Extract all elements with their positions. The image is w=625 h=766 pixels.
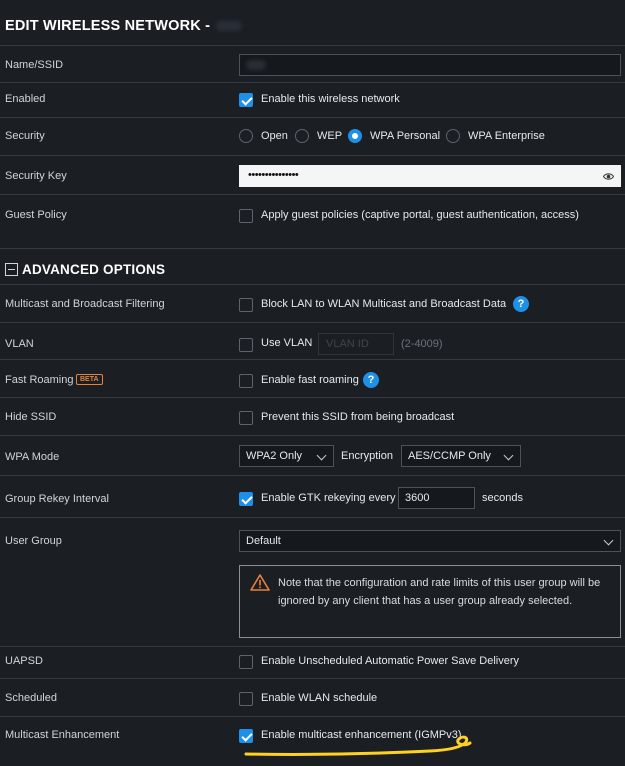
divider — [0, 117, 625, 118]
fast-roaming-checkbox[interactable] — [239, 374, 253, 388]
chevron-down-icon — [603, 535, 614, 546]
guest-policy-checkbox[interactable] — [239, 209, 253, 223]
warning-icon — [250, 574, 270, 591]
enabled-text: Enable this wireless network — [261, 93, 400, 105]
uapsd-text: Enable Unscheduled Automatic Power Save … — [261, 655, 520, 667]
multicast-enhancement-label: Multicast Enhancement — [5, 729, 120, 741]
vlan-text: Use VLAN — [261, 337, 313, 349]
vlan-range: (2-4009) — [401, 338, 443, 350]
security-wpa-enterprise-radio[interactable] — [446, 129, 460, 143]
divider — [0, 248, 625, 249]
fast-roaming-text: Enable fast roaming — [261, 374, 359, 386]
rekey-unit: seconds — [482, 492, 523, 504]
hide-ssid-checkbox[interactable] — [239, 411, 253, 425]
scheduled-text: Enable WLAN schedule — [261, 692, 378, 704]
user-group-warning: Note that the configuration and rate lim… — [239, 565, 621, 638]
user-group-select[interactable]: Default — [239, 530, 621, 552]
scheduled-checkbox[interactable] — [239, 692, 253, 706]
vlan-id-input[interactable]: VLAN ID — [318, 333, 394, 355]
security-open-label: Open — [261, 130, 288, 142]
divider — [0, 716, 625, 717]
security-key-label: Security Key — [5, 170, 67, 182]
divider — [0, 435, 625, 436]
user-group-value: Default — [246, 535, 281, 547]
rekey-interval-input[interactable]: 3600 — [398, 487, 475, 509]
security-open-radio[interactable] — [239, 129, 253, 143]
security-wpa-personal-radio[interactable] — [348, 129, 362, 143]
warning-text: Note that the configuration and rate lim… — [278, 577, 601, 607]
blurred-ssid — [246, 60, 266, 70]
uapsd-label: UAPSD — [5, 655, 43, 667]
highlight-underline — [244, 735, 472, 756]
wpa-mode-label: WPA Mode — [5, 451, 60, 463]
multicast-filter-checkbox[interactable] — [239, 298, 253, 312]
help-icon[interactable]: ? — [513, 296, 529, 312]
eye-icon[interactable] — [603, 172, 614, 181]
enabled-checkbox[interactable] — [239, 93, 253, 107]
hide-ssid-label: Hide SSID — [5, 411, 57, 423]
security-wep-radio[interactable] — [295, 129, 309, 143]
wpa-mode-value: WPA2 Only — [246, 450, 303, 462]
vlan-checkbox[interactable] — [239, 338, 253, 352]
advanced-options-title: ADVANCED OPTIONS — [22, 262, 166, 277]
divider — [0, 82, 625, 83]
blurred-network-name — [216, 21, 243, 32]
chevron-down-icon — [316, 450, 327, 461]
divider — [0, 397, 625, 398]
chevron-down-icon — [503, 450, 514, 461]
page-title: EDIT WIRELESS NETWORK - — [5, 18, 243, 34]
guest-policy-text: Apply guest policies (captive portal, gu… — [261, 209, 579, 221]
hide-ssid-text: Prevent this SSID from being broadcast — [261, 411, 455, 423]
user-group-label: User Group — [5, 535, 62, 547]
multicast-filter-label: Multicast and Broadcast Filtering — [5, 298, 165, 310]
vlan-id-placeholder: VLAN ID — [326, 338, 369, 350]
divider — [0, 155, 625, 156]
security-wpa-enterprise-label: WPA Enterprise — [468, 130, 545, 142]
divider — [0, 646, 625, 647]
divider — [0, 359, 625, 360]
guest-policy-label: Guest Policy — [5, 209, 67, 221]
encryption-select[interactable]: AES/CCMP Only — [401, 445, 521, 467]
wpa-mode-select[interactable]: WPA2 Only — [239, 445, 334, 467]
rekey-interval-value: 3600 — [405, 492, 430, 504]
scheduled-label: Scheduled — [5, 692, 57, 704]
uapsd-checkbox[interactable] — [239, 655, 253, 669]
security-label: Security — [5, 130, 45, 142]
multicast-filter-text: Block LAN to WLAN Multicast and Broadcas… — [261, 298, 507, 310]
collapse-icon[interactable] — [5, 263, 18, 276]
divider — [0, 517, 625, 518]
name-ssid-label: Name/SSID — [5, 59, 64, 71]
divider — [0, 194, 625, 195]
fast-roaming-label: Fast Roaming — [5, 374, 74, 386]
divider — [0, 475, 625, 476]
security-key-value: ••••••••••••••• — [248, 169, 299, 181]
ssid-input[interactable] — [239, 54, 621, 76]
encryption-label: Encryption — [341, 450, 393, 462]
beta-badge: BETA — [76, 374, 103, 385]
divider — [0, 284, 625, 285]
rekey-checkbox[interactable] — [239, 492, 253, 506]
enabled-label: Enabled — [5, 93, 46, 105]
divider — [0, 45, 625, 46]
encryption-value: AES/CCMP Only — [408, 450, 491, 462]
security-wpa-personal-label: WPA Personal — [370, 130, 441, 142]
help-icon[interactable]: ? — [363, 372, 379, 388]
security-key-input[interactable]: ••••••••••••••• — [239, 165, 621, 187]
rekey-text: Enable GTK rekeying every — [261, 492, 396, 504]
divider — [0, 322, 625, 323]
rekey-label: Group Rekey Interval — [5, 493, 109, 505]
vlan-label: VLAN — [5, 338, 34, 350]
security-wep-label: WEP — [317, 130, 343, 142]
divider — [0, 678, 625, 679]
